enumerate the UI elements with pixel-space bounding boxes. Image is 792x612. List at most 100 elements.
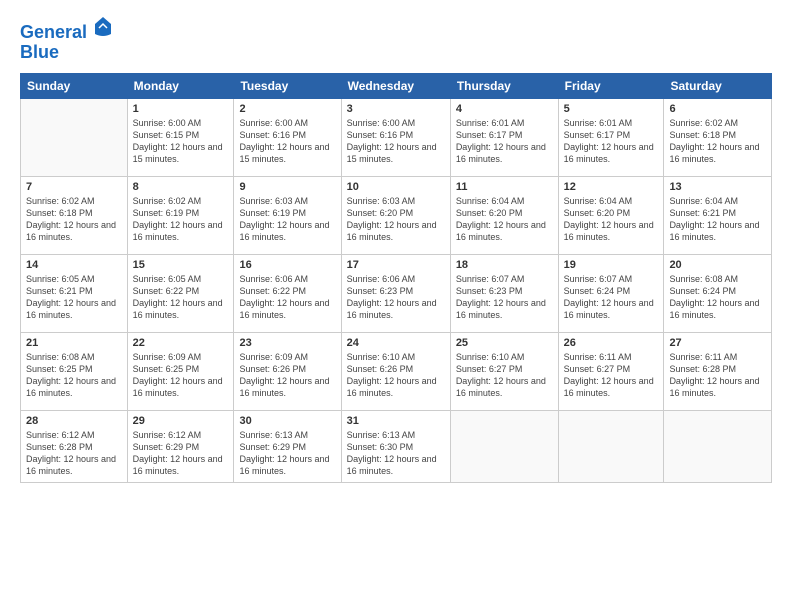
day-number: 6 <box>669 103 766 115</box>
calendar-cell: 22Sunrise: 6:09 AMSunset: 6:25 PMDayligh… <box>127 332 234 410</box>
weekday-header-friday: Friday <box>558 73 664 98</box>
logo-text: General <box>20 16 112 43</box>
day-info: Sunrise: 6:01 AMSunset: 6:17 PMDaylight:… <box>564 117 659 166</box>
header: General Blue <box>20 16 772 63</box>
logo: General Blue <box>20 16 112 63</box>
day-number: 5 <box>564 103 659 115</box>
day-number: 17 <box>347 259 445 271</box>
day-info: Sunrise: 6:08 AMSunset: 6:25 PMDaylight:… <box>26 351 122 400</box>
day-info: Sunrise: 6:02 AMSunset: 6:19 PMDaylight:… <box>133 195 229 244</box>
day-number: 24 <box>347 337 445 349</box>
calendar: SundayMondayTuesdayWednesdayThursdayFrid… <box>20 73 772 483</box>
weekday-header-sunday: Sunday <box>21 73 128 98</box>
day-info: Sunrise: 6:02 AMSunset: 6:18 PMDaylight:… <box>669 117 766 166</box>
calendar-cell: 17 Sunrise: 6:06 AMSunset: 6:23 PMDayligh… <box>341 254 450 332</box>
calendar-cell: 8 Sunrise: 6:02 AMSunset: 6:19 PMDaylight… <box>127 176 234 254</box>
calendar-cell: 28 Sunrise: 6:12 AMSunset: 6:28 PMDayligh… <box>21 410 128 482</box>
calendar-cell: 18Sunrise: 6:07 AMSunset: 6:23 PMDayligh… <box>450 254 558 332</box>
weekday-header-saturday: Saturday <box>664 73 772 98</box>
calendar-week-row: 21 Sunrise: 6:08 AMSunset: 6:25 PMDayligh… <box>21 332 772 410</box>
weekday-header-wednesday: Wednesday <box>341 73 450 98</box>
day-info: Sunrise: 6:09 AMSunset: 6:26 PMDaylight:… <box>239 351 335 400</box>
day-info: Sunrise: 6:00 AMSunset: 6:16 PMDaylight:… <box>239 117 335 166</box>
day-info: Sunrise: 6:05 AMSunset: 6:21 PMDaylight:… <box>26 273 122 322</box>
day-number: 15 <box>133 259 229 271</box>
day-info: Sunrise: 6:03 AMSunset: 6:20 PMDaylight:… <box>347 195 445 244</box>
day-number: 16 <box>239 259 335 271</box>
calendar-cell: 14Sunrise: 6:05 AMSunset: 6:21 PMDayligh… <box>21 254 128 332</box>
calendar-cell: 6 Sunrise: 6:02 AMSunset: 6:18 PMDaylight… <box>664 98 772 176</box>
day-info: Sunrise: 6:12 AMSunset: 6:29 PMDaylight:… <box>133 429 229 478</box>
calendar-cell: 7 Sunrise: 6:02 AMSunset: 6:18 PMDaylight… <box>21 176 128 254</box>
calendar-cell: 19 Sunrise: 6:07 AMSunset: 6:24 PMDayligh… <box>558 254 664 332</box>
day-number: 3 <box>347 103 445 115</box>
day-info: Sunrise: 6:02 AMSunset: 6:18 PMDaylight:… <box>26 195 122 244</box>
day-info: Sunrise: 6:04 AMSunset: 6:21 PMDaylight:… <box>669 195 766 244</box>
day-number: 12 <box>564 181 659 193</box>
day-info: Sunrise: 6:00 AMSunset: 6:16 PMDaylight:… <box>347 117 445 166</box>
calendar-cell <box>558 410 664 482</box>
day-info: Sunrise: 6:11 AMSunset: 6:27 PMDaylight:… <box>564 351 659 400</box>
calendar-cell: 15 Sunrise: 6:05 AMSunset: 6:22 PMDayligh… <box>127 254 234 332</box>
day-number: 19 <box>564 259 659 271</box>
calendar-cell: 30 Sunrise: 6:13 AMSunset: 6:29 PMDayligh… <box>234 410 341 482</box>
calendar-cell: 9Sunrise: 6:03 AMSunset: 6:19 PMDaylight… <box>234 176 341 254</box>
day-info: Sunrise: 6:07 AMSunset: 6:23 PMDaylight:… <box>456 273 553 322</box>
day-info: Sunrise: 6:12 AMSunset: 6:28 PMDaylight:… <box>26 429 122 478</box>
day-number: 21 <box>26 337 122 349</box>
day-number: 30 <box>239 415 335 427</box>
calendar-cell: 24 Sunrise: 6:10 AMSunset: 6:26 PMDayligh… <box>341 332 450 410</box>
calendar-cell: 26 Sunrise: 6:11 AMSunset: 6:27 PMDayligh… <box>558 332 664 410</box>
day-info: Sunrise: 6:00 AMSunset: 6:15 PMDaylight:… <box>133 117 229 166</box>
day-number: 20 <box>669 259 766 271</box>
calendar-cell: 20 Sunrise: 6:08 AMSunset: 6:24 PMDayligh… <box>664 254 772 332</box>
logo-blue: Blue <box>20 43 112 63</box>
day-number: 22 <box>133 337 229 349</box>
day-info: Sunrise: 6:07 AMSunset: 6:24 PMDaylight:… <box>564 273 659 322</box>
day-number: 23 <box>239 337 335 349</box>
day-info: Sunrise: 6:06 AMSunset: 6:23 PMDaylight:… <box>347 273 445 322</box>
logo-icon <box>94 16 112 38</box>
calendar-cell: 31Sunrise: 6:13 AMSunset: 6:30 PMDayligh… <box>341 410 450 482</box>
day-number: 29 <box>133 415 229 427</box>
calendar-cell: 3 Sunrise: 6:00 AMSunset: 6:16 PMDaylight… <box>341 98 450 176</box>
weekday-header-monday: Monday <box>127 73 234 98</box>
day-info: Sunrise: 6:10 AMSunset: 6:26 PMDaylight:… <box>347 351 445 400</box>
day-number: 8 <box>133 181 229 193</box>
calendar-cell: 11Sunrise: 6:04 AMSunset: 6:20 PMDayligh… <box>450 176 558 254</box>
day-number: 1 <box>133 103 229 115</box>
calendar-cell <box>21 98 128 176</box>
weekday-header-tuesday: Tuesday <box>234 73 341 98</box>
logo-general: General <box>20 22 87 42</box>
day-number: 10 <box>347 181 445 193</box>
day-info: Sunrise: 6:13 AMSunset: 6:29 PMDaylight:… <box>239 429 335 478</box>
day-info: Sunrise: 6:04 AMSunset: 6:20 PMDaylight:… <box>456 195 553 244</box>
calendar-cell <box>664 410 772 482</box>
calendar-cell: 27Sunrise: 6:11 AMSunset: 6:28 PMDayligh… <box>664 332 772 410</box>
day-number: 31 <box>347 415 445 427</box>
calendar-cell: 4Sunrise: 6:01 AMSunset: 6:17 PMDaylight… <box>450 98 558 176</box>
day-number: 25 <box>456 337 553 349</box>
calendar-cell: 13 Sunrise: 6:04 AMSunset: 6:21 PMDayligh… <box>664 176 772 254</box>
weekday-header-thursday: Thursday <box>450 73 558 98</box>
calendar-cell: 1 Sunrise: 6:00 AMSunset: 6:15 PMDaylight… <box>127 98 234 176</box>
day-number: 26 <box>564 337 659 349</box>
day-info: Sunrise: 6:01 AMSunset: 6:17 PMDaylight:… <box>456 117 553 166</box>
calendar-header-row: SundayMondayTuesdayWednesdayThursdayFrid… <box>21 73 772 98</box>
calendar-cell: 2 Sunrise: 6:00 AMSunset: 6:16 PMDaylight… <box>234 98 341 176</box>
day-info: Sunrise: 6:10 AMSunset: 6:27 PMDaylight:… <box>456 351 553 400</box>
day-number: 7 <box>26 181 122 193</box>
day-number: 28 <box>26 415 122 427</box>
day-info: Sunrise: 6:06 AMSunset: 6:22 PMDaylight:… <box>239 273 335 322</box>
day-info: Sunrise: 6:03 AMSunset: 6:19 PMDaylight:… <box>239 195 335 244</box>
day-info: Sunrise: 6:08 AMSunset: 6:24 PMDaylight:… <box>669 273 766 322</box>
page: General Blue SundayMondayTuesdayWed <box>0 0 792 612</box>
day-info: Sunrise: 6:05 AMSunset: 6:22 PMDaylight:… <box>133 273 229 322</box>
calendar-cell: 12Sunrise: 6:04 AMSunset: 6:20 PMDayligh… <box>558 176 664 254</box>
day-number: 13 <box>669 181 766 193</box>
calendar-week-row: 14Sunrise: 6:05 AMSunset: 6:21 PMDayligh… <box>21 254 772 332</box>
day-number: 2 <box>239 103 335 115</box>
calendar-cell: 10 Sunrise: 6:03 AMSunset: 6:20 PMDayligh… <box>341 176 450 254</box>
calendar-cell: 23 Sunrise: 6:09 AMSunset: 6:26 PMDayligh… <box>234 332 341 410</box>
day-number: 27 <box>669 337 766 349</box>
